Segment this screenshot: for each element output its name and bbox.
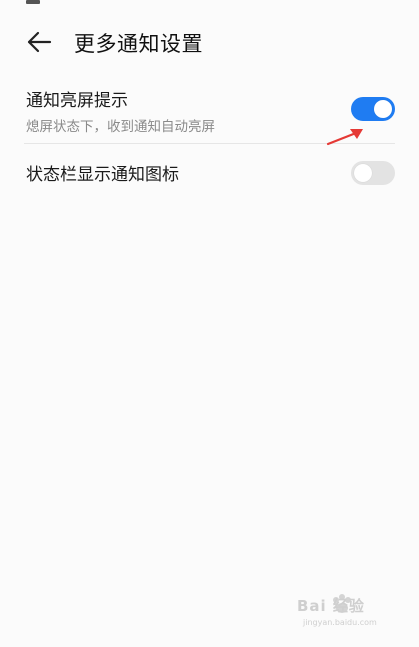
status-bar: [0, 0, 419, 8]
watermark: Bai 经验 jingyan.baidu.com: [277, 593, 397, 633]
status-bar-icon-toggle[interactable]: [351, 161, 395, 185]
setting-row-status-bar-icon[interactable]: 状态栏显示通知图标: [24, 144, 395, 202]
watermark-sub: jingyan.baidu.com: [303, 618, 377, 627]
watermark-text: Bai 经验: [297, 597, 365, 615]
page-title: 更多通知设置: [74, 32, 203, 56]
arrow-left-icon: [27, 31, 52, 53]
setting-subtitle: 熄屏状态下，收到通知自动亮屏: [26, 119, 215, 135]
screen-wake-toggle[interactable]: [351, 97, 395, 121]
toggle-knob: [374, 100, 392, 118]
setting-title: 状态栏显示通知图标: [26, 165, 179, 185]
header: 更多通知设置: [0, 22, 419, 62]
red-arrow-annotation: [326, 129, 363, 146]
setting-title: 通知亮屏提示: [26, 91, 128, 111]
back-button[interactable]: [22, 26, 56, 58]
status-icon: [26, 0, 40, 4]
toggle-knob: [354, 164, 372, 182]
